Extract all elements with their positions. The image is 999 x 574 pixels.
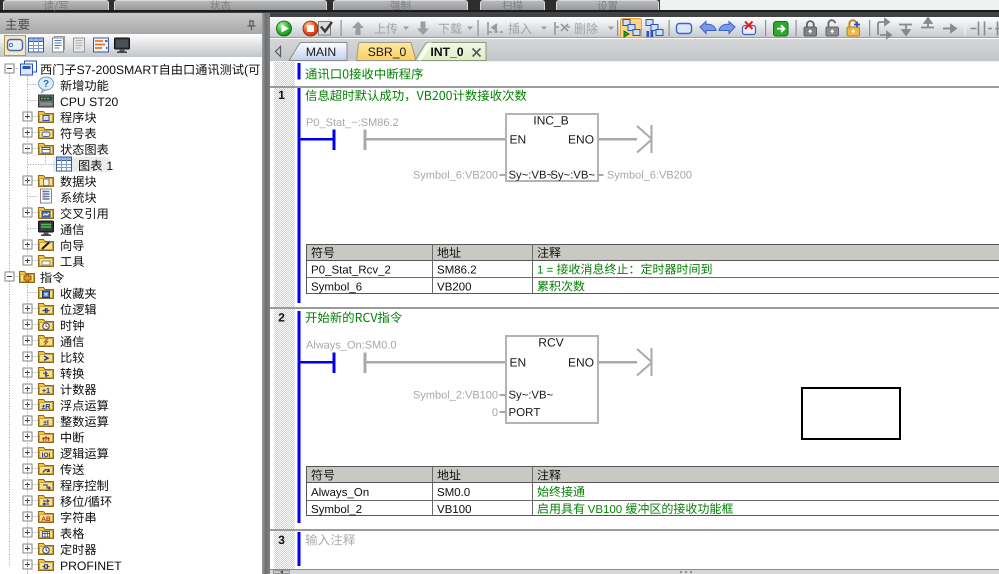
svg-text:±R: ±R xyxy=(42,404,51,411)
svg-text:+1: +1 xyxy=(42,388,50,395)
svg-text:?: ? xyxy=(43,79,49,90)
svg-text:AB: AB xyxy=(41,516,51,523)
svg-text:±I: ±I xyxy=(43,420,49,427)
svg-text:IOI: IOI xyxy=(42,452,51,459)
